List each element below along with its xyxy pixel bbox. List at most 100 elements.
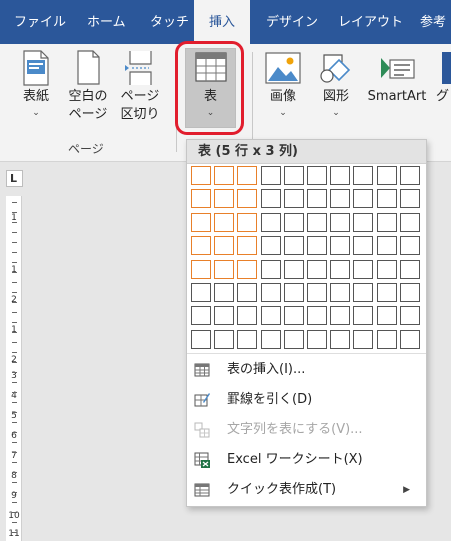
smartart-button[interactable]: SmartArt <box>362 52 432 106</box>
table-grid-cell[interactable] <box>330 329 351 349</box>
table-grid-cell[interactable] <box>283 329 304 349</box>
page-break-button[interactable]: ページ 区切り <box>116 50 164 124</box>
table-grid-cell[interactable] <box>376 259 397 279</box>
table-grid-cell[interactable] <box>330 306 351 326</box>
table-grid-cell[interactable] <box>260 212 281 232</box>
table-grid-cell-selected[interactable] <box>191 236 211 256</box>
table-grid-cell[interactable] <box>330 236 351 256</box>
table-grid-cell[interactable] <box>191 329 211 349</box>
table-grid-cell[interactable] <box>399 259 420 279</box>
tab-design[interactable]: デザイン <box>266 0 318 44</box>
table-grid-cell[interactable] <box>260 189 281 209</box>
table-grid-cell-selected[interactable] <box>214 259 235 279</box>
table-grid-cell[interactable] <box>376 212 397 232</box>
table-grid-cell[interactable] <box>214 283 235 302</box>
table-grid-cell[interactable] <box>353 212 374 232</box>
menu-item-excel-spreadsheet[interactable]: Excel ワークシート(X) <box>187 445 426 475</box>
table-grid-cell[interactable] <box>307 283 327 302</box>
table-grid-cell[interactable] <box>283 212 304 232</box>
pictures-button[interactable]: 画像 ⌄ <box>258 52 308 118</box>
chart-button-truncated[interactable]: グ <box>436 52 451 106</box>
table-grid-cell[interactable] <box>330 283 351 302</box>
table-grid-cell[interactable] <box>307 236 327 256</box>
table-grid-cell-selected[interactable] <box>214 212 235 232</box>
table-grid-cell[interactable] <box>353 329 374 349</box>
table-grid-cell[interactable] <box>376 236 397 256</box>
table-grid-cell-selected[interactable] <box>191 166 211 185</box>
table-grid-cell[interactable] <box>330 166 351 185</box>
table-grid-cell[interactable] <box>307 259 327 279</box>
table-grid-cell[interactable] <box>353 259 374 279</box>
table-grid-cell[interactable] <box>283 306 304 326</box>
table-grid-cell[interactable] <box>330 189 351 209</box>
table-grid-cell[interactable] <box>283 236 304 256</box>
table-grid-cell[interactable] <box>353 236 374 256</box>
table-grid-cell[interactable] <box>260 283 281 302</box>
table-grid-cell[interactable] <box>330 212 351 232</box>
table-grid-cell[interactable] <box>307 166 327 185</box>
table-grid-cell[interactable] <box>399 189 420 209</box>
table-grid-cell[interactable] <box>283 259 304 279</box>
tab-selector-button[interactable]: L <box>6 170 23 187</box>
table-grid-cell[interactable] <box>399 283 420 302</box>
table-grid-cell[interactable] <box>191 283 211 302</box>
table-grid-cell[interactable] <box>237 329 258 349</box>
table-grid-cell[interactable] <box>214 306 235 326</box>
table-grid-cell[interactable] <box>237 306 258 326</box>
table-grid-cell-selected[interactable] <box>214 236 235 256</box>
table-grid-cell[interactable] <box>376 329 397 349</box>
table-grid-cell[interactable] <box>260 306 281 326</box>
tab-layout[interactable]: レイアウト <box>338 0 403 44</box>
table-grid-cell[interactable] <box>399 166 420 185</box>
menu-item-insert-table[interactable]: 表の挿入(I)... <box>187 355 426 385</box>
table-grid-cell-selected[interactable] <box>237 236 258 256</box>
table-grid-cell[interactable] <box>399 306 420 326</box>
table-grid-cell[interactable] <box>237 283 258 302</box>
table-grid-cell[interactable] <box>376 166 397 185</box>
table-grid-cell[interactable] <box>260 259 281 279</box>
table-grid-cell[interactable] <box>214 329 235 349</box>
table-grid-cell[interactable] <box>307 329 327 349</box>
table-grid-cell[interactable] <box>307 212 327 232</box>
blank-page-button[interactable]: 空白の ページ <box>64 50 112 124</box>
table-grid-cell[interactable] <box>353 189 374 209</box>
table-grid-cell[interactable] <box>399 236 420 256</box>
tab-insert[interactable]: 挿入 <box>194 0 250 44</box>
shapes-button[interactable]: 図形 ⌄ <box>310 52 362 118</box>
table-grid-cell[interactable] <box>353 306 374 326</box>
table-grid-cell[interactable] <box>376 283 397 302</box>
table-grid-cell[interactable] <box>283 189 304 209</box>
table-grid-cell[interactable] <box>283 283 304 302</box>
table-grid-cell[interactable] <box>307 306 327 326</box>
tab-home[interactable]: ホーム <box>87 0 126 44</box>
table-grid-cell[interactable] <box>399 212 420 232</box>
menu-item-draw-table[interactable]: 罫線を引く(D) <box>187 385 426 415</box>
vertical-ruler[interactable]: 1 1 2 1 2 3 4 5 6 7 8 9 10 11 <box>6 196 22 541</box>
table-grid-cell-selected[interactable] <box>191 189 211 209</box>
table-grid-cell[interactable] <box>353 283 374 302</box>
table-grid-cell-selected[interactable] <box>191 259 211 279</box>
table-grid-cell[interactable] <box>399 329 420 349</box>
table-grid-cell[interactable] <box>376 189 397 209</box>
cover-page-button[interactable]: 表紙 ⌄ <box>14 50 58 118</box>
table-grid-cell[interactable] <box>353 166 374 185</box>
table-grid-cell-selected[interactable] <box>237 212 258 232</box>
tab-references[interactable]: 参考 <box>420 0 446 44</box>
table-grid-cell-selected[interactable] <box>237 166 258 185</box>
tab-file[interactable]: ファイル <box>14 0 66 44</box>
table-grid-cell-selected[interactable] <box>191 212 211 232</box>
table-grid-cell[interactable] <box>191 306 211 326</box>
table-grid-cell[interactable] <box>283 166 304 185</box>
table-grid-cell[interactable] <box>330 259 351 279</box>
table-grid-cell[interactable] <box>260 166 281 185</box>
table-size-grid[interactable] <box>191 166 423 352</box>
table-grid-cell-selected[interactable] <box>237 189 258 209</box>
table-grid-cell-selected[interactable] <box>214 189 235 209</box>
table-grid-cell[interactable] <box>260 236 281 256</box>
table-grid-cell[interactable] <box>307 189 327 209</box>
table-grid-cell[interactable] <box>376 306 397 326</box>
table-grid-cell-selected[interactable] <box>214 166 235 185</box>
table-grid-cell[interactable] <box>260 329 281 349</box>
table-grid-cell-selected[interactable] <box>237 259 258 279</box>
menu-item-quick-tables[interactable]: クイック表作成(T) ▶ <box>187 475 426 505</box>
